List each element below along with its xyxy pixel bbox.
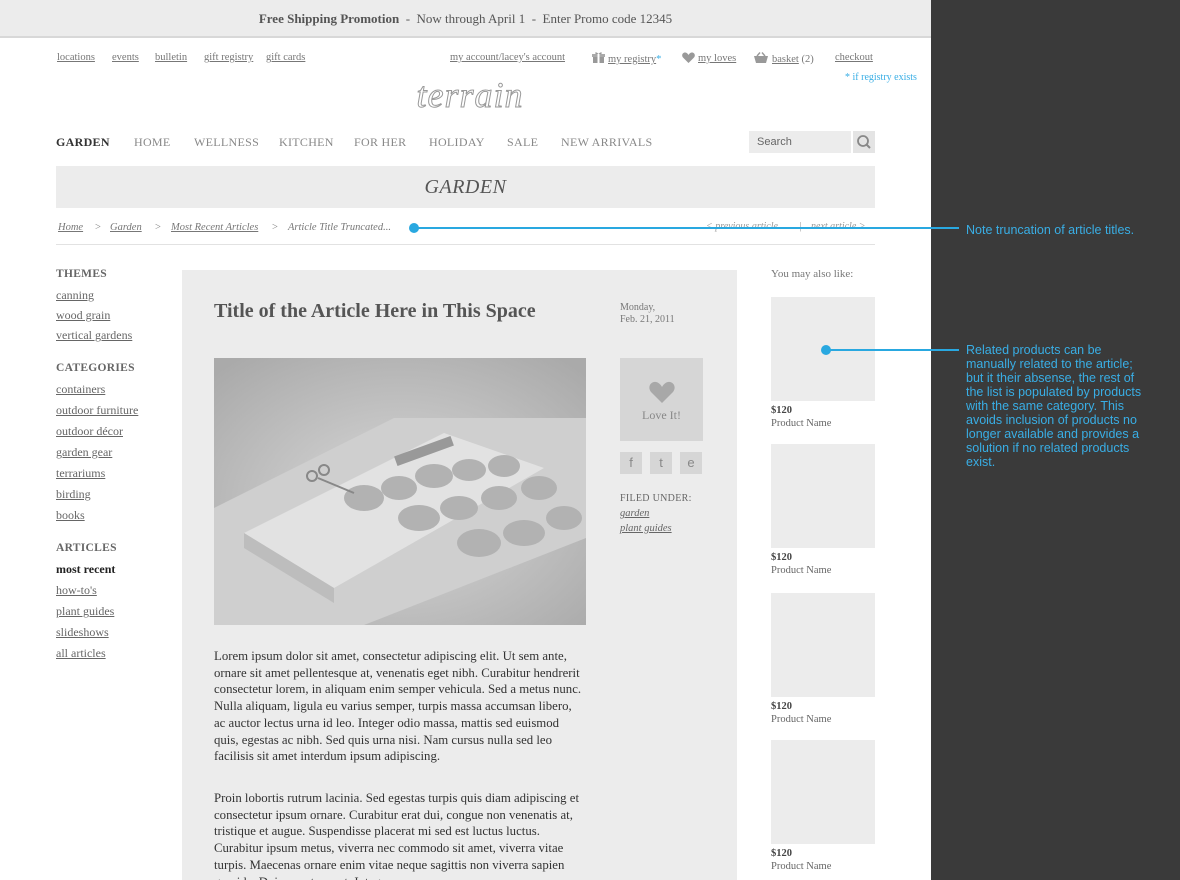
filed-under-garden-link[interactable]: garden <box>620 508 649 519</box>
sidebar-article-all-articles[interactable]: all articles <box>56 646 106 661</box>
annotation-related-note: Related products can be manually related… <box>966 343 1142 469</box>
themes-heading: THEMES <box>56 268 108 280</box>
email-share-button[interactable]: e <box>680 452 702 474</box>
twitter-icon: t <box>659 455 663 470</box>
sidebar-article-most-recent[interactable]: most recent <box>56 562 115 577</box>
sidebar-theme-wood-grain[interactable]: wood grain <box>56 308 110 323</box>
search-button[interactable] <box>853 131 875 153</box>
basket-icon <box>753 52 769 67</box>
article-paragraph: Proin lobortis rutrum lacinia. Sed egest… <box>214 791 580 880</box>
basket-label: basket <box>772 54 799 65</box>
nav-sale[interactable]: SALE <box>507 135 538 150</box>
filed-under-plant-guides-link[interactable]: plant guides <box>620 523 672 534</box>
nav-garden[interactable]: GARDEN <box>56 135 110 150</box>
article-image <box>214 358 586 625</box>
article-date: Feb. 21, 2011 <box>620 314 675 325</box>
article-paragraph: Lorem ipsum dolor sit amet, consectetur … <box>214 649 582 764</box>
product-price: $120 <box>771 701 792 712</box>
articles-heading: ARTICLES <box>56 542 117 554</box>
sidebar-article-how-tos[interactable]: how-to's <box>56 583 97 598</box>
breadcrumb-home[interactable]: Home <box>58 222 83 233</box>
breadcrumb-current: Article Title Truncated... <box>288 222 391 233</box>
registry-note: * if registry exists <box>845 72 917 83</box>
sidebar-theme-canning[interactable]: canning <box>56 288 94 303</box>
email-icon: e <box>687 455 695 470</box>
breadcrumb-separator: > <box>155 222 161 233</box>
promo-title: Free Shipping Promotion <box>258 11 400 26</box>
product-image[interactable] <box>771 444 875 548</box>
product-price: $120 <box>771 552 792 563</box>
registry-asterisk: * <box>656 54 662 65</box>
sidebar-article-plant-guides[interactable]: plant guides <box>56 604 114 619</box>
twitter-share-button[interactable]: t <box>650 452 672 474</box>
product-name[interactable]: Product Name <box>771 861 831 872</box>
filed-under-label: FILED UNDER: <box>620 493 692 504</box>
article-date-day: Monday, <box>620 302 656 313</box>
promo-bar: Free Shipping Promotion - Now through Ap… <box>0 0 931 38</box>
search-icon <box>857 135 871 149</box>
categories-heading: CATEGORIES <box>56 362 135 374</box>
related-heading: You may also like: <box>771 268 854 280</box>
nav-home[interactable]: HOME <box>134 135 171 150</box>
facebook-icon: f <box>629 455 633 470</box>
sidebar-category-birding[interactable]: birding <box>56 487 91 502</box>
nav-wellness[interactable]: WELLNESS <box>194 135 259 150</box>
basket-link[interactable]: basket (2) <box>753 52 814 67</box>
bulletin-link[interactable]: bulletin <box>155 52 187 63</box>
locations-link[interactable]: locations <box>57 52 95 63</box>
sidebar-category-books[interactable]: books <box>56 508 85 523</box>
sidebar-category-outdoor-decor[interactable]: outdoor décor <box>56 424 123 439</box>
love-it-label: Love It! <box>642 408 681 422</box>
sidebar-article-slideshows[interactable]: slideshows <box>56 625 109 640</box>
events-link[interactable]: events <box>112 52 139 63</box>
breadcrumb-separator: > <box>95 222 101 233</box>
annotation-truncation-note: Note truncation of article titles. <box>966 223 1135 237</box>
nav-new-arrivals[interactable]: NEW ARRIVALS <box>561 135 653 150</box>
my-loves-link[interactable]: my loves <box>682 52 736 66</box>
annotation-connector <box>414 227 959 229</box>
product-name[interactable]: Product Name <box>771 418 831 429</box>
gift-icon <box>592 52 605 67</box>
page-title: GARDEN <box>56 166 875 208</box>
checkout-link[interactable]: checkout <box>835 52 873 63</box>
nav-kitchen[interactable]: KITCHEN <box>279 135 334 150</box>
search-input[interactable] <box>749 131 851 153</box>
basket-count: (2) <box>801 54 814 65</box>
breadcrumb-separator: > <box>272 222 278 233</box>
nav-for-her[interactable]: FOR HER <box>354 135 406 150</box>
product-image[interactable] <box>771 740 875 844</box>
my-registry-link[interactable]: my registry* <box>592 52 661 67</box>
promo-detail: - Now through April 1 - Enter Promo code… <box>399 11 673 26</box>
my-loves-label: my loves <box>698 53 737 64</box>
love-it-button[interactable]: Love It! <box>620 358 703 441</box>
sidebar-category-terrariums[interactable]: terrariums <box>56 466 105 481</box>
breadcrumb-most-recent[interactable]: Most Recent Articles <box>171 222 258 233</box>
sidebar-theme-vertical-gardens[interactable]: vertical gardens <box>56 328 132 343</box>
product-image[interactable] <box>771 593 875 697</box>
gift-cards-link[interactable]: gift cards <box>266 52 305 63</box>
gift-registry-link[interactable]: gift registry <box>204 52 253 63</box>
sidebar-category-outdoor-furniture[interactable]: outdoor furniture <box>56 403 138 418</box>
product-name[interactable]: Product Name <box>771 565 831 576</box>
product-price: $120 <box>771 405 792 416</box>
sidebar-category-containers[interactable]: containers <box>56 382 105 397</box>
my-registry-label: my registry <box>608 54 657 65</box>
breadcrumb-garden[interactable]: Garden <box>110 222 142 233</box>
product-price: $120 <box>771 848 792 859</box>
sidebar-category-garden-gear[interactable]: garden gear <box>56 445 112 460</box>
annotation-connector <box>826 349 959 351</box>
facebook-share-button[interactable]: f <box>620 452 642 474</box>
my-account-link[interactable]: my account/lacey's account <box>450 52 565 63</box>
love-heart-icon <box>649 381 675 403</box>
article-title: Title of the Article Here in This Space <box>214 300 536 322</box>
heart-icon <box>682 52 695 66</box>
product-name[interactable]: Product Name <box>771 714 831 725</box>
breadcrumb-divider <box>56 244 875 245</box>
nav-holiday[interactable]: HOLIDAY <box>429 135 485 150</box>
terrain-logo[interactable]: terrain <box>400 74 540 116</box>
